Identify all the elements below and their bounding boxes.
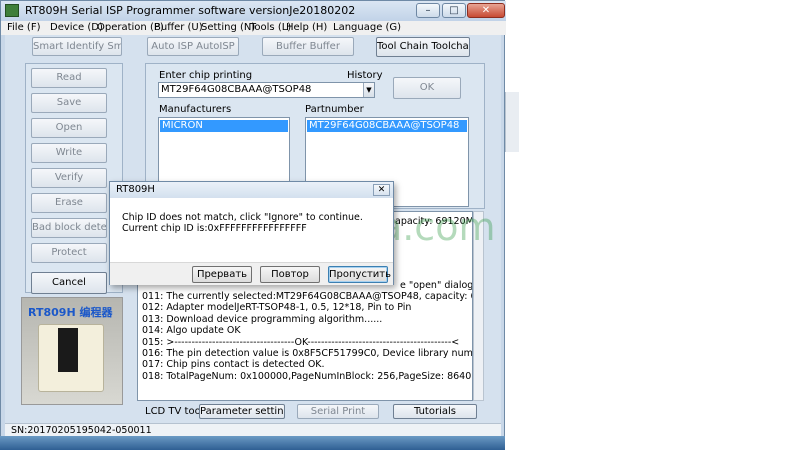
tutorials-button[interactable]: Tutorials — [393, 404, 477, 419]
title-bar[interactable]: RT809H Serial ISP Programmer software ve… — [1, 1, 506, 21]
menu-language[interactable]: Language (G) — [333, 22, 401, 33]
dialog-body: Chip ID does not match, click "Ignore" t… — [110, 198, 393, 262]
verify-button[interactable]: Verify — [31, 168, 107, 188]
minimize-button[interactable]: – — [416, 3, 440, 18]
log-line: 013: Download device programming algorit… — [142, 313, 383, 325]
device-socket — [58, 328, 78, 372]
manufacturer-item-micron[interactable]: MICRON — [160, 120, 288, 132]
serial-print-button[interactable]: Serial Print — [297, 404, 379, 419]
bad-block-detection-button[interactable]: Bad block detection B — [31, 218, 107, 238]
retry-button[interactable]: Повтор — [260, 266, 320, 283]
enter-chip-label: Enter chip printing — [159, 70, 253, 81]
log-lines: 011: The currently selected:MT29F64G08CB… — [142, 291, 473, 382]
status-bar: SN:20170205195042-050011 — [5, 423, 501, 437]
close-button[interactable]: ✕ — [467, 3, 505, 18]
menu-tools[interactable]: Tools (L) — [250, 22, 291, 33]
partnumber-label: Partnumber — [305, 104, 364, 115]
log-line: 014: Algo update OK — [142, 325, 241, 337]
chip-input-value: MT29F64G08CBAAA@TSOP48 — [161, 84, 312, 95]
background-window — [505, 0, 800, 450]
log-line: 015: >----------------------------------… — [142, 336, 460, 348]
buffer-button[interactable]: Buffer Buffer — [262, 37, 354, 56]
window-title: RT809H Serial ISP Programmer software ve… — [25, 4, 356, 17]
log-partial-line-2: e "open" dialog box — [400, 280, 473, 291]
chip-input[interactable]: MT29F64G08CBAAA@TSOP48 — [158, 82, 375, 98]
menu-file[interactable]: File (F) — [7, 22, 40, 33]
ignore-button[interactable]: Пропустить — [328, 266, 391, 283]
taskbar — [0, 436, 505, 450]
menu-setting[interactable]: Setting (N) — [201, 22, 255, 33]
log-line: 018: TotalPageNum: 0x100000,PageNumInBlo… — [142, 370, 472, 382]
auto-isp-button[interactable]: Auto ISP AutoISP — [147, 37, 239, 56]
chip-id-mismatch-dialog: RT809H ✕ Chip ID does not match, click "… — [109, 181, 394, 285]
menu-buffer[interactable]: Buffer (U) — [154, 22, 203, 33]
log-line: 016: The pin detection value is 0x8F5CF5… — [142, 348, 473, 360]
abort-button[interactable]: Прервать — [192, 266, 252, 283]
background-window-scrollbar — [505, 92, 519, 152]
dialog-close-icon[interactable]: ✕ — [373, 184, 390, 196]
dialog-title-bar[interactable]: RT809H ✕ — [110, 182, 393, 198]
tool-chain-button[interactable]: Tool Chain Toolchain — [376, 37, 470, 57]
manufacturers-label: Manufacturers — [159, 104, 232, 115]
ok-button[interactable]: OK — [393, 77, 461, 99]
dialog-message: Chip ID does not match, click "Ignore" t… — [122, 212, 363, 234]
dialog-title: RT809H — [116, 184, 155, 195]
erase-button[interactable]: Erase — [31, 193, 107, 213]
partnumber-item[interactable]: MT29F64G08CBAAA@TSOP48 — [307, 120, 467, 132]
maximize-button[interactable]: □ — [442, 3, 466, 18]
save-button[interactable]: Save — [31, 93, 107, 113]
log-line: 011: The currently selected:MT29F64G08CB… — [142, 291, 472, 302]
open-button[interactable]: Open — [31, 118, 107, 138]
menu-help[interactable]: Help (H) — [286, 22, 327, 33]
history-label: History — [347, 70, 383, 81]
history-dropdown-arrow-icon[interactable]: ▼ — [363, 83, 374, 97]
smart-identify-button[interactable]: Smart Identify SmartID — [32, 37, 122, 56]
cancel-button[interactable]: Cancel — [31, 272, 107, 294]
device-brand-label: RT809H 编程器 — [28, 306, 113, 319]
read-button[interactable]: Read — [31, 68, 107, 88]
programmer-device-image: RT809H 编程器 — [21, 297, 123, 405]
dialog-button-bar: Прервать Повтор Пропустить — [110, 262, 393, 285]
app-icon — [5, 4, 19, 17]
serial-number: SN:20170205195042-050011 — [11, 425, 152, 436]
lcd-tv-tool-label: LCD TV tool — [145, 406, 204, 417]
log-line: 017: Chip pins contact is detected OK. — [142, 359, 325, 371]
log-line: 012: Adapter modelJeRT-TSOP48-1, 0.5, 12… — [142, 302, 412, 314]
menu-device[interactable]: Device (D) — [50, 22, 103, 33]
protect-button[interactable]: Protect — [31, 243, 107, 263]
write-button[interactable]: Write — [31, 143, 107, 163]
parameter-setting-button[interactable]: Parameter setting — [199, 404, 285, 419]
